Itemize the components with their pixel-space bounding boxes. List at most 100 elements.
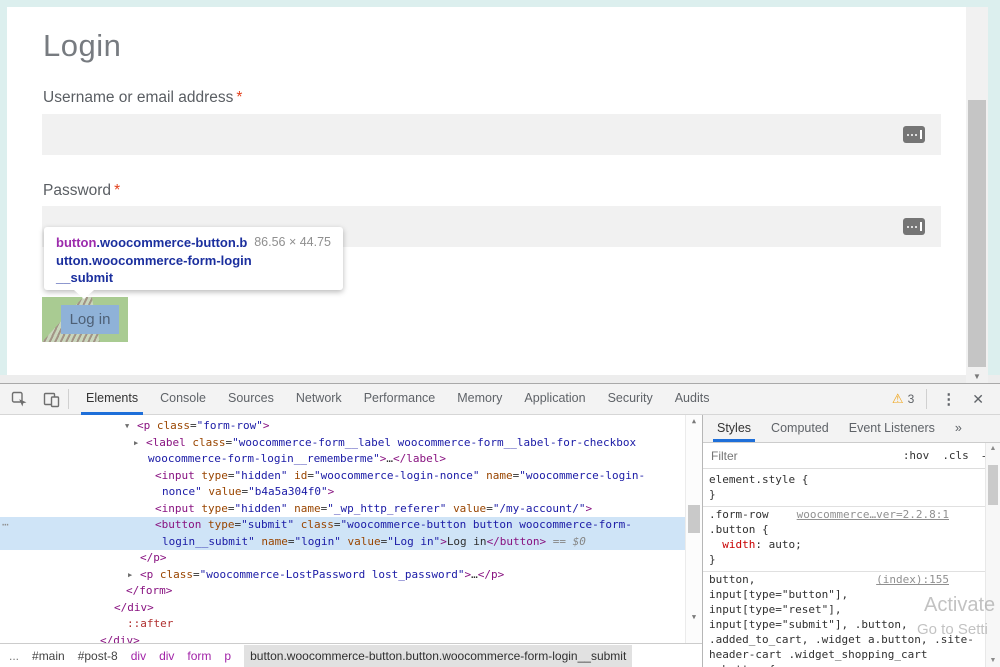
devtools-tab-console[interactable]: Console [149, 384, 217, 415]
devtools-panel: ElementsConsoleSourcesNetworkPerformance… [0, 383, 1000, 667]
elements-tree-line[interactable]: <input type="hidden" id="woocommerce-log… [0, 468, 702, 485]
page-scrollbar[interactable]: ▼ [966, 7, 988, 383]
node-options-icon[interactable]: ⋯ [2, 517, 8, 534]
style-rule-line[interactable]: .added_to_cart, .widget a.button, .site- [709, 632, 989, 647]
breadcrumb-item[interactable]: #main [32, 649, 65, 663]
sidebar-more-tabs-icon[interactable]: » [945, 415, 972, 442]
elements-tree-line[interactable]: </p> [0, 550, 702, 567]
sidebar-tabs: StylesComputedEvent Listeners» [703, 415, 1000, 443]
page-bottom-strip [0, 375, 1000, 383]
scrollbar-thumb[interactable] [688, 505, 700, 533]
devtools-tabs: ElementsConsoleSourcesNetworkPerformance… [75, 384, 720, 415]
breadcrumb-item[interactable]: ... [9, 649, 19, 663]
styles-sidebar: StylesComputedEvent Listeners» :hov .cls… [703, 415, 1000, 667]
collapse-icon[interactable]: ▼ [125, 418, 137, 435]
elements-tree-line[interactable]: woocommerce-form-login__rememberme">…</l… [0, 451, 702, 468]
style-rule-line[interactable]: input[type="reset"], [709, 602, 989, 617]
tooltip-tag: button [56, 235, 96, 250]
elements-tree-line[interactable]: login__submit" name="login" value="Log i… [0, 534, 702, 551]
inspect-tooltip: button.woocommerce-button.b 86.56 × 44.7… [44, 227, 343, 290]
page-title: Login [43, 28, 121, 64]
stylesheet-source-link[interactable]: (index):155 [876, 572, 949, 587]
devtools-tab-security[interactable]: Security [597, 384, 664, 415]
breadcrumb-item[interactable]: div [159, 649, 174, 663]
style-rule-line[interactable]: input[type="button"], [709, 587, 989, 602]
style-rule-line[interactable]: } [709, 552, 989, 567]
elements-scrollbar[interactable]: ▲ ▼ [685, 415, 702, 643]
tooltip-arrow [74, 290, 94, 299]
styles-filter-row: :hov .cls + [703, 443, 1000, 469]
scroll-down-icon[interactable]: ▼ [986, 657, 1000, 664]
stylesheet-source-link[interactable]: woocommerce…ver=2.2.8:1 [797, 507, 949, 522]
devtools-tab-audits[interactable]: Audits [664, 384, 721, 415]
breadcrumb-item[interactable]: button.woocommerce-button.button.woocomm… [244, 645, 632, 667]
style-rule-line[interactable]: a.button { [709, 662, 989, 667]
devtools-close-icon[interactable]: ✕ [966, 391, 990, 408]
devtools-menu-icon[interactable]: ⋮ [931, 390, 966, 408]
scroll-down-icon[interactable]: ▼ [686, 613, 702, 621]
login-button[interactable]: Log in [42, 297, 128, 342]
scrollbar-thumb[interactable] [988, 465, 998, 505]
scrollbar-thumb[interactable] [968, 100, 986, 367]
elements-tree-line[interactable]: <input type="hidden" name="_wp_http_refe… [0, 501, 702, 518]
breadcrumb-item[interactable]: p [224, 649, 231, 663]
required-marker: * [236, 89, 242, 106]
device-toolbar-icon[interactable] [38, 386, 64, 412]
devtools-tab-sources[interactable]: Sources [217, 384, 285, 415]
credentials-icon[interactable] [903, 218, 925, 235]
elements-tree-line[interactable]: ▶<label class="woocommerce-form__label w… [0, 435, 702, 452]
elements-tree-line[interactable]: ▶<p class="woocommerce-LostPassword lost… [0, 567, 702, 584]
elements-tree-line[interactable]: </div> [0, 633, 702, 644]
style-rule-line[interactable]: element.style { [709, 472, 989, 487]
devtools-toolbar: ElementsConsoleSourcesNetworkPerformance… [0, 384, 1000, 415]
style-rule-line[interactable]: width: auto; [709, 537, 989, 552]
devtools-tab-performance[interactable]: Performance [353, 384, 447, 415]
credentials-icon[interactable] [903, 126, 925, 143]
sidebar-tab-event-listeners[interactable]: Event Listeners [839, 415, 945, 442]
devtools-tab-application[interactable]: Application [513, 384, 596, 415]
elements-tree-line[interactable]: </form> [0, 583, 702, 600]
style-rule-line[interactable]: .form-rowwoocommerce…ver=2.2.8:1 [709, 507, 989, 522]
devtools-tab-network[interactable]: Network [285, 384, 353, 415]
styles-scrollbar[interactable]: ▲ ▼ [985, 443, 1000, 667]
breadcrumb-item[interactable]: #post-8 [78, 649, 118, 663]
sidebar-tab-styles[interactable]: Styles [707, 415, 761, 442]
style-rule: button,(index):155input[type="button"],i… [703, 572, 989, 667]
toggle-hover-state-button[interactable]: :hov [903, 449, 930, 462]
scroll-up-icon[interactable]: ▲ [986, 445, 1000, 452]
warning-icon[interactable]: ⚠ [892, 391, 904, 407]
devtools-tab-elements[interactable]: Elements [75, 384, 149, 415]
devtools-tab-memory[interactable]: Memory [446, 384, 513, 415]
elements-tree-line[interactable]: ⋯<button type="submit" class="woocommerc… [0, 517, 702, 534]
sidebar-tab-computed[interactable]: Computed [761, 415, 839, 442]
toolbar-divider [926, 389, 927, 409]
styles-content: element.style {} .form-rowwoocommerce…ver… [703, 469, 989, 667]
elements-tree-line[interactable]: nonce" value="b4a5a304f0"> [0, 484, 702, 501]
breadcrumb: ...#main#post-8divdivformpbutton.woocomm… [0, 643, 702, 667]
breadcrumb-item[interactable]: div [131, 649, 146, 663]
toggle-class-button[interactable]: .cls [942, 449, 969, 462]
tooltip-dimensions: 86.56 × 44.75 [254, 234, 331, 252]
elements-tree-line[interactable]: ::after [0, 616, 702, 633]
scroll-up-icon[interactable]: ▲ [686, 417, 702, 425]
login-button-label: Log in [61, 305, 119, 334]
scroll-down-icon[interactable]: ▼ [966, 369, 988, 383]
style-rule-line[interactable]: } [709, 487, 989, 502]
browser-page: Login Username or email address* Passwor… [0, 0, 1000, 383]
inspect-element-icon[interactable] [6, 386, 32, 412]
style-rule-line[interactable]: input[type="submit"], .button, [709, 617, 989, 632]
toolbar-divider [68, 389, 69, 409]
style-rule-line[interactable]: .button { [709, 522, 989, 537]
styles-filter-input[interactable] [711, 449, 890, 463]
style-rule-line[interactable]: button,(index):155 [709, 572, 989, 587]
warning-count[interactable]: 3 [908, 392, 915, 406]
expand-icon[interactable]: ▶ [128, 567, 140, 584]
style-rule-line[interactable]: header-cart .widget_shopping_cart [709, 647, 989, 662]
elements-tree-line[interactable]: </div> [0, 600, 702, 617]
elements-tree-line[interactable]: ▼<p class="form-row"> [0, 418, 702, 435]
password-label: Password* [43, 182, 120, 200]
expand-icon[interactable]: ▶ [134, 435, 146, 452]
username-input[interactable] [42, 114, 941, 155]
elements-tree: ▼<p class="form-row">▶<label class="wooc… [0, 418, 702, 643]
breadcrumb-item[interactable]: form [187, 649, 211, 663]
